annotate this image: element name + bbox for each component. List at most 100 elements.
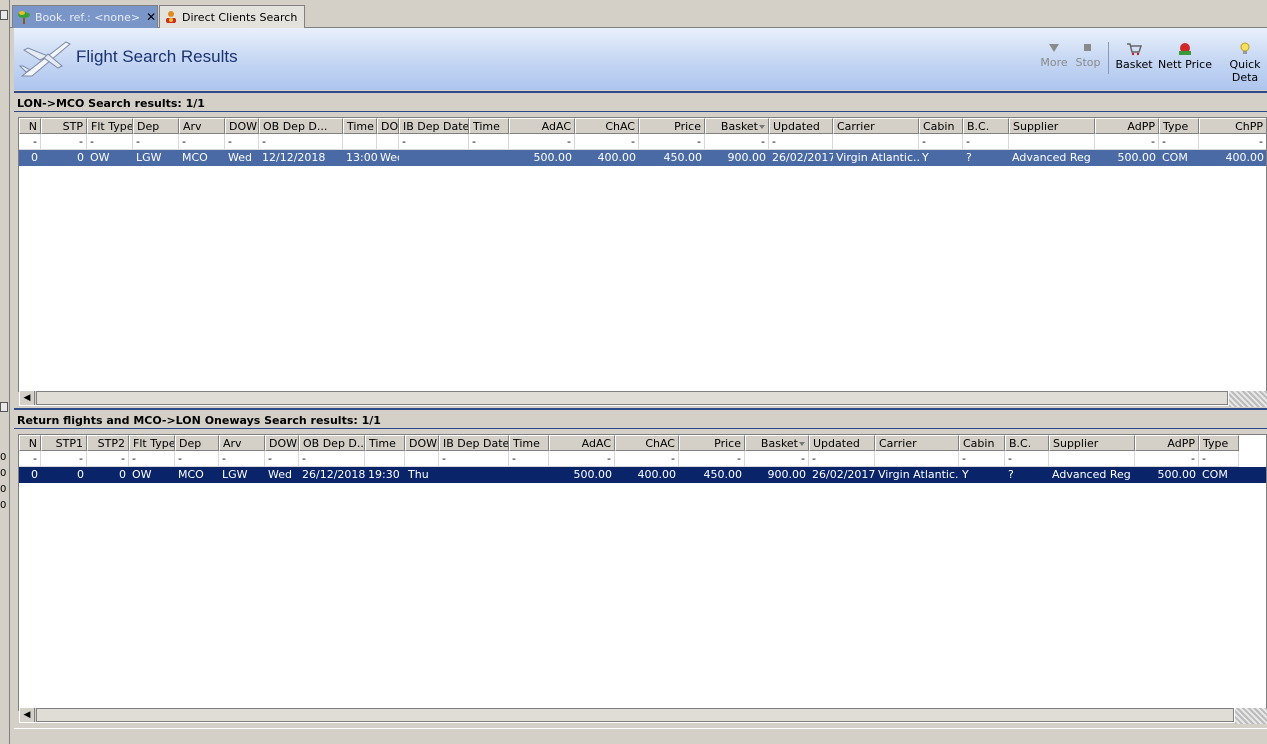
table-cell bbox=[439, 467, 509, 483]
column-header[interactable]: Price bbox=[639, 118, 705, 134]
outbound-horizontal-scrollbar[interactable]: ◀ bbox=[19, 390, 1229, 406]
cell-text: - bbox=[262, 135, 266, 148]
column-header[interactable]: Time bbox=[343, 118, 377, 134]
column-header[interactable]: AdPP bbox=[1095, 118, 1159, 134]
column-header[interactable]: Carrier bbox=[833, 118, 919, 134]
column-header[interactable]: AdPP bbox=[1135, 435, 1199, 451]
column-header[interactable]: Arv bbox=[179, 118, 225, 134]
scrollbar-track[interactable] bbox=[36, 391, 1228, 405]
column-header[interactable]: IB Dep Date bbox=[399, 118, 469, 134]
cell-text: - bbox=[33, 135, 37, 148]
scroll-left-icon[interactable]: ◀ bbox=[20, 391, 35, 405]
stop-button[interactable]: Stop bbox=[1074, 42, 1102, 69]
table-cell: Advanced Reg bbox=[1049, 467, 1135, 483]
column-header[interactable]: Type bbox=[1199, 435, 1239, 451]
table-cell bbox=[1049, 451, 1135, 467]
panel-toggle-icon[interactable] bbox=[0, 402, 8, 412]
clients-icon bbox=[164, 10, 178, 24]
column-header[interactable]: Updated bbox=[769, 118, 833, 134]
column-header[interactable]: AdAC bbox=[509, 118, 575, 134]
table-cell: - bbox=[175, 451, 219, 467]
column-header[interactable]: ChPP bbox=[1199, 118, 1266, 134]
column-header[interactable]: Updated bbox=[809, 435, 875, 451]
table-header-row[interactable]: N STP Flt Type Dep Arv DOW OB Dep D... Time DOW I… bbox=[19, 118, 1266, 134]
column-header[interactable]: B.C. bbox=[1005, 435, 1049, 451]
table-cell: - bbox=[745, 451, 809, 467]
cell-text: Basket bbox=[760, 437, 798, 450]
close-icon[interactable]: ✕ bbox=[146, 10, 156, 24]
cell-text: ChAC bbox=[645, 437, 675, 450]
table-filter-row[interactable]: ------------------- bbox=[19, 134, 1266, 150]
resize-grip[interactable] bbox=[1229, 391, 1267, 407]
cell-text: 500.00 bbox=[1157, 468, 1197, 481]
column-header[interactable]: Basket bbox=[705, 118, 769, 134]
table-cell bbox=[1009, 134, 1095, 150]
table-cell: 0 bbox=[41, 467, 87, 483]
column-header[interactable]: DOW bbox=[405, 435, 439, 451]
cell-text: 400.00 bbox=[1225, 151, 1265, 164]
column-header[interactable]: Flt Type bbox=[129, 435, 175, 451]
column-header[interactable]: Type bbox=[1159, 118, 1199, 134]
column-header[interactable]: Dep bbox=[175, 435, 219, 451]
column-header[interactable]: Supplier bbox=[1009, 118, 1095, 134]
cell-text: Arv bbox=[183, 120, 202, 133]
cell-text: 500.00 bbox=[573, 468, 613, 481]
column-header[interactable]: Cabin bbox=[919, 118, 963, 134]
column-header[interactable]: ChAC bbox=[615, 435, 679, 451]
nett-price-button[interactable]: Nett Price bbox=[1158, 42, 1212, 71]
table-cell bbox=[509, 467, 549, 483]
cell-text: OW bbox=[90, 151, 110, 164]
column-header[interactable]: DOW bbox=[265, 435, 299, 451]
column-header[interactable]: Time bbox=[509, 435, 549, 451]
table-row[interactable]: 00OWLGWMCOWed12/12/201813:00Wed500.00400… bbox=[19, 150, 1266, 166]
more-button[interactable]: More bbox=[1040, 42, 1068, 69]
cell-text: LGW bbox=[136, 151, 162, 164]
table-cell: LGW bbox=[133, 150, 179, 166]
tab-booking-reference[interactable]: Book. ref.: <none> ✕ bbox=[12, 5, 158, 28]
column-header[interactable]: IB Dep Date bbox=[439, 435, 509, 451]
column-header[interactable]: B.C. bbox=[963, 118, 1009, 134]
column-header[interactable]: N bbox=[19, 435, 41, 451]
column-header[interactable]: STP1 bbox=[41, 435, 87, 451]
column-header[interactable]: OB Dep D... bbox=[259, 118, 343, 134]
table-row[interactable]: 0 0 0 OW MCO LGW Wed 26/12/2018 19:30 Thu 500.00 40… bbox=[19, 467, 1266, 483]
column-header[interactable]: Time bbox=[469, 118, 509, 134]
column-header[interactable]: OB Dep D... bbox=[299, 435, 365, 451]
scrollbar-track[interactable] bbox=[36, 708, 1234, 722]
column-header[interactable]: Flt Type bbox=[87, 118, 133, 134]
panel-toggle-icon[interactable] bbox=[0, 10, 8, 20]
column-header[interactable]: Cabin bbox=[959, 435, 1005, 451]
cell-text: - bbox=[268, 452, 272, 465]
airplane-icon bbox=[18, 36, 72, 80]
column-header[interactable]: Supplier bbox=[1049, 435, 1135, 451]
column-header[interactable]: AdAC bbox=[549, 435, 615, 451]
table-cell bbox=[377, 134, 399, 150]
table-header-row[interactable]: N STP1 STP2 Flt Type Dep Arv DOW OB Dep D... Tim… bbox=[19, 435, 1266, 451]
cell-text: AdPP bbox=[1127, 120, 1155, 133]
resize-grip[interactable] bbox=[1235, 708, 1267, 724]
column-header[interactable]: STP2 bbox=[87, 435, 129, 451]
tab-direct-clients-search[interactable]: Direct Clients Search bbox=[159, 5, 305, 28]
cell-text: - bbox=[79, 452, 83, 465]
column-header[interactable]: Price bbox=[679, 435, 745, 451]
table-cell: COM bbox=[1199, 467, 1239, 483]
column-header[interactable]: DOW bbox=[225, 118, 259, 134]
column-header[interactable]: N bbox=[19, 118, 41, 134]
quick-details-button[interactable]: Quick Deta bbox=[1217, 42, 1267, 84]
return-horizontal-scrollbar[interactable]: ◀ bbox=[19, 707, 1235, 723]
column-header[interactable]: Basket bbox=[745, 435, 809, 451]
scroll-left-icon[interactable]: ◀ bbox=[20, 708, 35, 722]
column-header[interactable]: Time bbox=[365, 435, 405, 451]
basket-button[interactable]: Basket bbox=[1115, 42, 1153, 71]
column-header[interactable]: Carrier bbox=[875, 435, 959, 451]
table-cell: OW bbox=[87, 150, 133, 166]
cell-text: Y bbox=[922, 151, 929, 164]
strip-value: 0 bbox=[0, 484, 7, 495]
column-header[interactable]: Dep bbox=[133, 118, 179, 134]
column-header[interactable]: ChAC bbox=[575, 118, 639, 134]
column-header[interactable]: STP bbox=[41, 118, 87, 134]
cell-text: - bbox=[631, 135, 635, 148]
table-filter-row[interactable]: ------------------- bbox=[19, 451, 1266, 467]
column-header[interactable]: Arv bbox=[219, 435, 265, 451]
column-header[interactable]: DOW bbox=[377, 118, 399, 134]
